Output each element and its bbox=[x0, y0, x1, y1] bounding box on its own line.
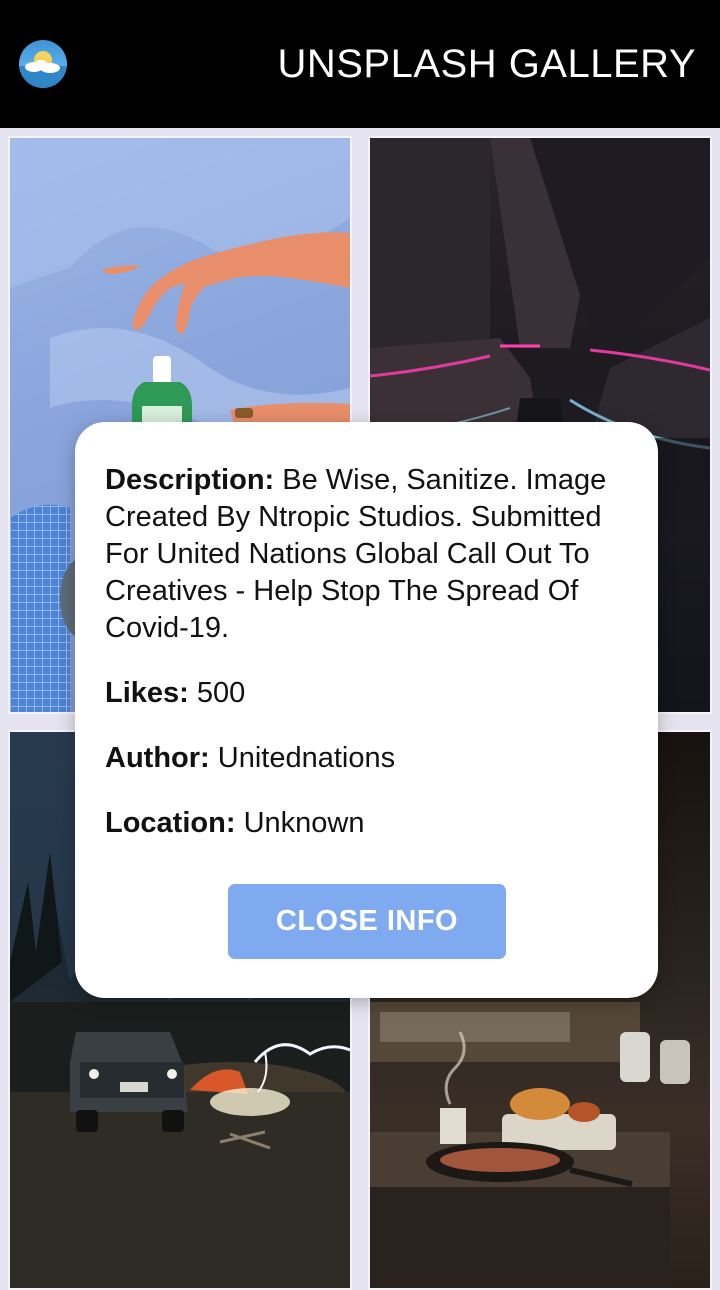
author-value: Unitednations bbox=[217, 742, 396, 774]
likes-value: 500 bbox=[196, 677, 246, 709]
likes-row: Likes: 500 bbox=[105, 675, 628, 712]
author-label: Author: bbox=[105, 742, 210, 774]
description-row: Description: Be Wise, Sanitize. Image Cr… bbox=[105, 462, 628, 647]
info-modal: Description: Be Wise, Sanitize. Image Cr… bbox=[75, 422, 658, 998]
location-label: Location: bbox=[105, 807, 236, 839]
likes-label: Likes: bbox=[105, 677, 189, 709]
weather-sun-cloud-icon[interactable] bbox=[19, 40, 67, 88]
close-info-button[interactable]: CLOSE INFO bbox=[228, 884, 506, 959]
page-title: UNSPLASH GALLERY bbox=[277, 42, 696, 86]
description-label: Description: bbox=[105, 464, 275, 496]
author-row: Author: Unitednations bbox=[105, 740, 628, 777]
location-row: Location: Unknown bbox=[105, 805, 628, 842]
app-header: UNSPLASH GALLERY bbox=[0, 0, 720, 128]
location-value: Unknown bbox=[243, 807, 365, 839]
